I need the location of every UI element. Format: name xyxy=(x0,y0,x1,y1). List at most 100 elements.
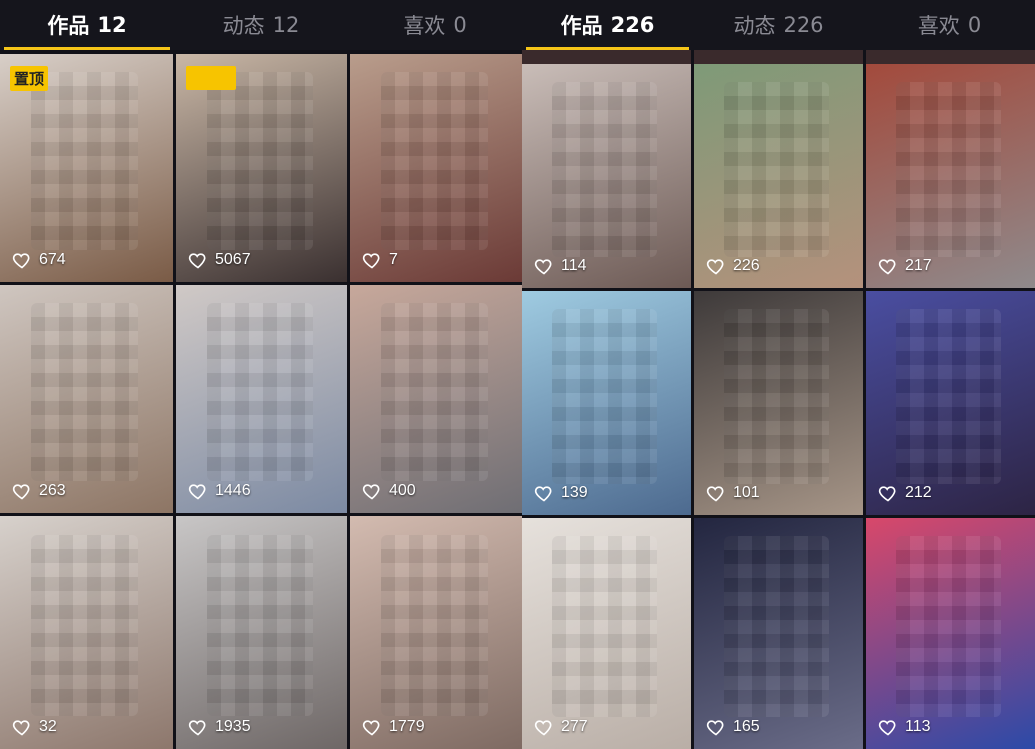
like-count: 1935 xyxy=(188,717,251,737)
video-thumbnail[interactable]: 114 xyxy=(522,64,691,288)
like-count: 212 xyxy=(878,483,932,503)
pixelated-figure xyxy=(380,534,488,717)
video-thumbnail[interactable]: 7 xyxy=(350,54,522,282)
like-count: 400 xyxy=(362,481,416,501)
like-count-value: 263 xyxy=(39,482,66,499)
tab-count: 12 xyxy=(97,13,127,37)
video-thumbnail[interactable]: 400 xyxy=(350,285,522,513)
like-count-value: 165 xyxy=(733,718,760,735)
like-count-value: 226 xyxy=(733,257,760,274)
like-count-value: 32 xyxy=(39,718,57,735)
heart-outline-icon xyxy=(878,720,896,736)
pixelated-figure xyxy=(724,81,830,257)
video-thumbnail[interactable]: 165 xyxy=(694,518,863,749)
like-count: 263 xyxy=(12,481,66,501)
like-count-value: 212 xyxy=(905,484,932,501)
heart-outline-icon xyxy=(706,486,724,502)
tab-label: 作品 xyxy=(47,14,90,38)
pixelated-figure xyxy=(206,72,313,251)
tab-label: 动态 xyxy=(733,14,776,38)
heart-outline-icon xyxy=(878,486,896,502)
like-count: 1779 xyxy=(362,717,425,737)
video-thumbnail[interactable]: 1446 xyxy=(176,285,347,513)
heart-outline-icon xyxy=(12,484,30,500)
tab-bar: 作品 226 动态 226 喜欢 0 xyxy=(522,0,1035,50)
pixelated-figure xyxy=(896,81,1002,257)
tab-bar: 作品 12 动态 12 喜欢 0 xyxy=(0,0,522,50)
video-thumbnail[interactable]: 113 xyxy=(866,518,1035,749)
video-thumbnail[interactable]: 263 xyxy=(0,285,173,513)
like-count-value: 277 xyxy=(561,718,588,735)
pinned-badge: 置顶 xyxy=(10,66,49,91)
tab-count: 0 xyxy=(967,13,982,37)
tab-likes[interactable]: 喜欢 0 xyxy=(864,0,1035,50)
like-count-value: 5067 xyxy=(215,251,251,268)
tab-works[interactable]: 作品 12 xyxy=(0,0,174,50)
video-thumbnail[interactable]: 212 xyxy=(866,291,1035,515)
like-count: 7 xyxy=(362,250,398,270)
heart-outline-icon xyxy=(534,259,552,275)
pixelated-figure xyxy=(552,81,658,257)
pixelated-figure xyxy=(896,308,1002,484)
profile-panel-right: 作品 226 动态 226 喜欢 0 114 226 217 139 101 212 277… xyxy=(522,0,1035,749)
heart-outline-icon xyxy=(362,253,380,269)
like-count: 226 xyxy=(706,256,760,276)
video-thumbnail[interactable]: 101 xyxy=(694,291,863,515)
like-count: 113 xyxy=(878,717,931,737)
heart-outline-icon xyxy=(12,720,30,736)
tab-feed[interactable]: 动态 12 xyxy=(174,0,348,50)
video-thumbnail[interactable]: 226 xyxy=(694,64,863,288)
heart-outline-icon xyxy=(188,253,206,269)
like-count: 1446 xyxy=(188,481,251,501)
video-thumbnail[interactable]: 217 xyxy=(866,64,1035,288)
like-count-value: 1935 xyxy=(215,718,251,735)
like-count: 674 xyxy=(12,250,66,270)
profile-panel-left: 作品 12 动态 12 喜欢 0 置顶 674 置顶 5067 7 263 1446 400 3… xyxy=(0,0,522,749)
video-thumbnail[interactable]: 139 xyxy=(522,291,691,515)
heart-outline-icon xyxy=(362,720,380,736)
pixelated-figure xyxy=(31,534,139,717)
tab-label: 动态 xyxy=(222,14,265,38)
tab-label: 喜欢 xyxy=(917,14,960,38)
like-count: 165 xyxy=(706,717,760,737)
pixelated-figure xyxy=(31,303,139,482)
video-thumbnail[interactable]: 置顶 5067 xyxy=(176,54,347,282)
tab-count: 12 xyxy=(272,13,300,37)
like-count-value: 114 xyxy=(561,257,587,274)
video-thumbnail[interactable]: 277 xyxy=(522,518,691,749)
tab-label: 作品 xyxy=(560,14,603,38)
video-thumbnail[interactable]: 置顶 674 xyxy=(0,54,173,282)
like-count-value: 101 xyxy=(733,484,760,501)
previous-row-strip xyxy=(522,50,1035,64)
pixelated-figure xyxy=(724,308,830,484)
pixelated-figure xyxy=(724,536,830,717)
like-count: 139 xyxy=(534,483,588,503)
pixelated-figure xyxy=(380,72,488,251)
pixelated-figure xyxy=(552,536,658,717)
tab-likes[interactable]: 喜欢 0 xyxy=(348,0,522,50)
like-count: 277 xyxy=(534,717,588,737)
tab-works[interactable]: 作品 226 xyxy=(522,0,693,50)
like-count: 114 xyxy=(534,256,587,276)
heart-outline-icon xyxy=(534,720,552,736)
tab-count: 0 xyxy=(453,13,467,37)
heart-outline-icon xyxy=(534,486,552,502)
heart-outline-icon xyxy=(188,720,206,736)
like-count: 5067 xyxy=(188,250,251,270)
heart-outline-icon xyxy=(706,259,724,275)
tab-feed[interactable]: 动态 226 xyxy=(693,0,864,50)
like-count-value: 139 xyxy=(561,484,588,501)
video-thumbnail[interactable]: 32 xyxy=(0,516,173,749)
video-thumbnail[interactable]: 1779 xyxy=(350,516,522,749)
heart-outline-icon xyxy=(878,259,896,275)
video-thumbnail[interactable]: 1935 xyxy=(176,516,347,749)
pixelated-figure xyxy=(380,303,488,482)
tab-count: 226 xyxy=(610,13,655,37)
pixelated-figure xyxy=(31,72,139,251)
pinned-badge: 置顶 xyxy=(186,66,236,90)
like-count-value: 1446 xyxy=(215,482,251,499)
like-count-value: 1779 xyxy=(389,718,425,735)
like-count: 217 xyxy=(878,256,932,276)
like-count-value: 400 xyxy=(389,482,416,499)
tab-count: 226 xyxy=(783,13,824,37)
